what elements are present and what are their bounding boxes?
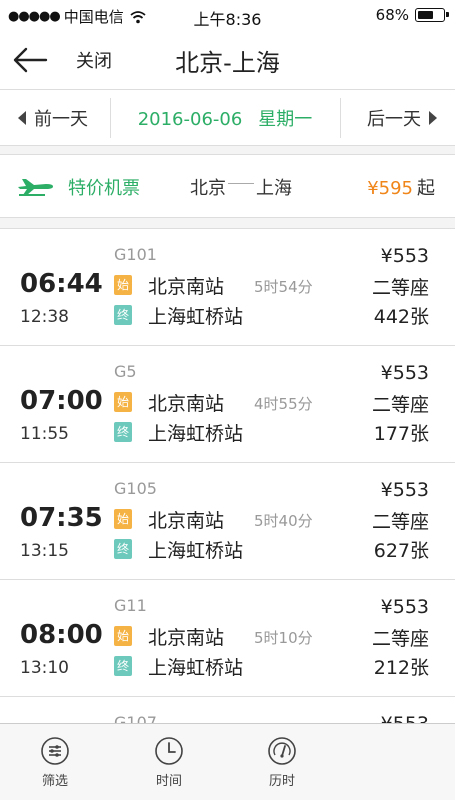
train-row[interactable]: G105 07:35 13:15 始 终 北京南站 上海虹桥站 5时40分 ¥5… — [0, 463, 455, 580]
route-line — [228, 182, 254, 184]
current-date: 2016-06-06 — [137, 109, 243, 130]
train-number: G101 — [114, 245, 157, 264]
bottom-tab-bar: 筛选 时间 历时 — [0, 723, 455, 800]
ticket-price: ¥553 — [380, 479, 429, 501]
seats-left: 212张 — [373, 657, 429, 679]
seat-type: 二等座 — [371, 394, 429, 416]
next-day-button[interactable]: 后一天 — [367, 105, 437, 131]
battery-percent: 68% — [375, 6, 409, 24]
tab-time-label: 时间 — [155, 774, 182, 789]
end-badge: 终 — [114, 305, 132, 325]
clock-icon — [155, 737, 183, 765]
train-row[interactable]: G5 07:00 11:55 始 终 北京南站 上海虹桥站 4时55分 ¥553… — [0, 346, 455, 463]
ticket-price: ¥553 — [380, 362, 429, 384]
nav-bar: 关闭 北京-上海 — [0, 30, 455, 90]
train-row[interactable]: G101 06:44 12:38 始 终 北京南站 上海虹桥站 5时54分 ¥5… — [0, 229, 455, 346]
from-station: 北京南站 — [148, 393, 225, 415]
train-row[interactable]: G11 08:00 13:10 始 终 北京南站 上海虹桥站 5时10分 ¥55… — [0, 580, 455, 697]
arrival-time: 13:15 — [20, 541, 69, 561]
flight-route: 北京 上海 — [190, 174, 292, 200]
from-station: 北京南站 — [148, 510, 225, 532]
status-right: 68% — [375, 6, 449, 24]
battery-icon — [415, 8, 449, 22]
train-row[interactable]: G107 ¥553 — [0, 697, 455, 724]
battery-tip — [446, 12, 449, 17]
flight-price-suffix: 起 — [417, 178, 435, 199]
tab-duration[interactable]: 历时 — [252, 736, 312, 789]
seats-left: 177张 — [373, 423, 429, 445]
departure-time: 08:00 — [20, 620, 103, 650]
seat-type: 二等座 — [371, 277, 429, 299]
next-day-label: 后一天 — [367, 109, 421, 130]
flight-to: 上海 — [256, 178, 292, 199]
flight-price: ¥595 起 — [367, 174, 435, 200]
from-station: 北京南站 — [148, 276, 225, 298]
flight-from: 北京 — [190, 178, 226, 199]
from-station: 北京南站 — [148, 627, 225, 649]
start-badge: 始 — [114, 626, 132, 646]
prev-day-label: 前一天 — [34, 109, 88, 130]
flight-promo-label: 特价机票 — [68, 178, 140, 199]
page-title: 北京-上海 — [175, 49, 280, 77]
end-badge: 终 — [114, 539, 132, 559]
to-station: 上海虹桥站 — [148, 540, 244, 562]
seat-type: 二等座 — [371, 628, 429, 650]
plane-icon — [18, 179, 53, 196]
filter-icon — [41, 737, 69, 765]
trip-duration: 4时55分 — [254, 395, 313, 413]
tab-duration-label: 历时 — [268, 774, 295, 789]
prev-day-button[interactable]: 前一天 — [18, 105, 88, 131]
seats-left: 627张 — [373, 540, 429, 562]
seat-type: 二等座 — [371, 511, 429, 533]
current-weekday: 星期一 — [258, 109, 313, 130]
departure-time: 07:00 — [20, 386, 103, 416]
train-number: G11 — [114, 596, 147, 615]
status-bar: ●●●●● 中国电信 上午8:36 68% — [0, 0, 455, 30]
caret-right-icon — [429, 111, 437, 125]
departure-time: 06:44 — [20, 269, 103, 299]
to-station: 上海虹桥站 — [148, 657, 244, 679]
end-badge: 终 — [114, 656, 132, 676]
arrival-time: 12:38 — [20, 307, 69, 327]
tab-filter[interactable]: 筛选 — [25, 736, 85, 789]
divider — [340, 98, 341, 138]
close-button[interactable]: 关闭 — [76, 47, 112, 73]
end-badge: 终 — [114, 422, 132, 442]
arrival-time: 11:55 — [20, 424, 69, 444]
ticket-price: ¥553 — [380, 596, 429, 618]
trip-duration: 5时40分 — [254, 512, 313, 530]
start-badge: 始 — [114, 392, 132, 412]
ticket-price: ¥553 — [380, 245, 429, 267]
flight-price-amount: ¥595 — [367, 178, 413, 199]
train-number: G5 — [114, 362, 137, 381]
to-station: 上海虹桥站 — [148, 423, 244, 445]
arrival-time: 13:10 — [20, 658, 69, 678]
train-number: G105 — [114, 479, 157, 498]
date-picker[interactable]: 2016-06-06 星期一 — [110, 105, 340, 131]
train-list[interactable]: G101 06:44 12:38 始 终 北京南站 上海虹桥站 5时54分 ¥5… — [0, 228, 455, 724]
date-bar: 前一天 2016-06-06 星期一 后一天 — [0, 90, 455, 146]
battery-fill — [418, 11, 434, 19]
seats-left: 442张 — [373, 306, 429, 328]
trip-duration: 5时10分 — [254, 629, 313, 647]
trip-duration: 5时54分 — [254, 278, 313, 296]
caret-left-icon — [18, 111, 26, 125]
start-badge: 始 — [114, 275, 132, 295]
special-flight-banner[interactable]: 特价机票 北京 上海 ¥595 起 — [0, 154, 455, 218]
timer-icon — [268, 737, 296, 765]
departure-time: 07:35 — [20, 503, 103, 533]
start-badge: 始 — [114, 509, 132, 529]
back-arrow-icon[interactable] — [10, 44, 50, 76]
to-station: 上海虹桥站 — [148, 306, 244, 328]
tab-time[interactable]: 时间 — [139, 736, 199, 789]
tab-filter-label: 筛选 — [41, 774, 68, 789]
